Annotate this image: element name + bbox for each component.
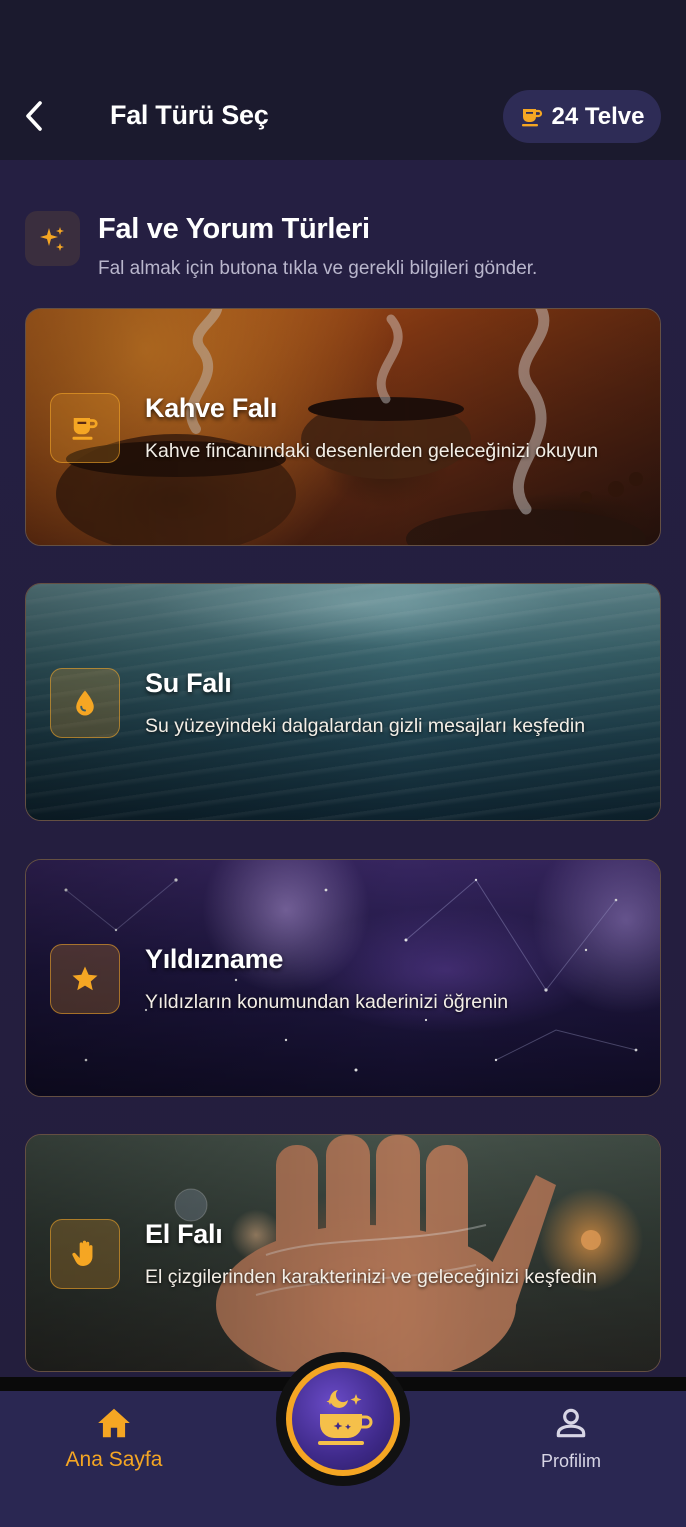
card-icon-box bbox=[50, 668, 120, 738]
water-drop-icon bbox=[76, 690, 94, 716]
card-star-fortune[interactable]: Yıldızname Yıldızların konumundan kaderi… bbox=[25, 859, 661, 1097]
card-description: Yıldızların konumundan kaderinizi öğreni… bbox=[145, 991, 509, 1013]
card-icon-box bbox=[50, 1219, 120, 1289]
person-icon bbox=[556, 1408, 586, 1438]
card-coffee-fortune[interactable]: Kahve Falı Kahve fincanındaki desenlerde… bbox=[25, 308, 661, 546]
back-button[interactable] bbox=[14, 96, 54, 136]
card-title: Su Falı bbox=[145, 668, 232, 698]
credit-balance-badge[interactable]: 24 Telve bbox=[503, 90, 661, 143]
coffee-cup-icon bbox=[521, 108, 542, 126]
section-title: Fal ve Yorum Türleri bbox=[98, 213, 370, 245]
credit-count: 24 Telve bbox=[551, 102, 645, 130]
card-description: Kahve fincanındaki desenlerden geleceğin… bbox=[145, 440, 599, 462]
card-title: Yıldızname bbox=[145, 944, 284, 974]
nav-home-label: Ana Sayfa bbox=[65, 1448, 163, 1471]
card-icon-box bbox=[50, 944, 120, 1014]
fortune-action-button[interactable] bbox=[276, 1352, 410, 1486]
card-palm-fortune[interactable]: El Falı El çizgilerinden karakterinizi v… bbox=[25, 1134, 661, 1372]
nav-profile-label: Profilim bbox=[540, 1451, 601, 1471]
card-title: Kahve Falı bbox=[145, 393, 278, 423]
card-water-fortune[interactable]: Su Falı Su yüzeyindeki dalgalardan gizli… bbox=[25, 583, 661, 821]
sparkles-icon bbox=[39, 226, 64, 251]
page-title: Fal Türü Seç bbox=[110, 100, 269, 130]
hand-icon bbox=[72, 1240, 93, 1266]
card-description: El çizgilerinden karakterinizi ve gelece… bbox=[145, 1266, 597, 1288]
star-icon bbox=[72, 966, 98, 991]
nav-home[interactable]: Ana Sayfa bbox=[34, 1404, 194, 1484]
nav-profile[interactable]: Profilim bbox=[491, 1404, 651, 1484]
card-description: Su yüzeyindeki dalgalardan gizli mesajla… bbox=[145, 715, 586, 737]
card-icon-box bbox=[50, 393, 120, 463]
card-title: El Falı bbox=[145, 1219, 223, 1249]
mystic-coffee-icon bbox=[318, 1390, 373, 1445]
section-icon-box bbox=[25, 211, 80, 266]
section-subtitle: Fal almak için butona tıkla ve gerekli b… bbox=[98, 258, 538, 279]
back-arrow-icon bbox=[26, 101, 42, 131]
home-icon bbox=[98, 1408, 130, 1438]
coffee-cup-icon bbox=[72, 418, 98, 440]
